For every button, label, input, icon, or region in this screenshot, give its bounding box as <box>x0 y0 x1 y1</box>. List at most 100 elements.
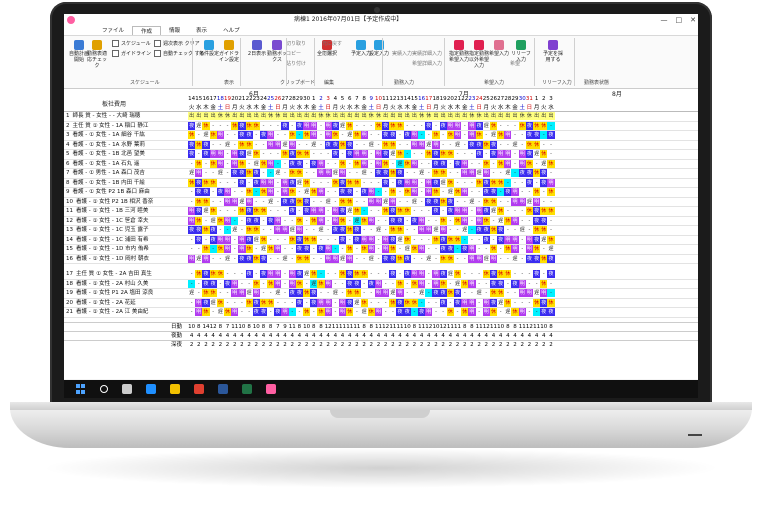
shift-cell[interactable]: 夜 <box>540 308 548 316</box>
shift-cell[interactable]: 出 <box>461 112 469 120</box>
shift-cell[interactable]: - <box>202 236 209 244</box>
staff-row[interactable]: 4 看護 - ① 女性 - 1A 水野 葉莉夜休夜 - - 遅 - 休休 - - 明明遅明 - - 遅 -… <box>64 140 698 150</box>
shift-cell[interactable]: - <box>238 188 245 196</box>
shift-cell[interactable]: 遅 <box>332 169 339 177</box>
shift-cell[interactable]: 遅 <box>296 179 303 187</box>
shift-cell[interactable]: - <box>260 226 267 234</box>
shift-cell[interactable]: 夜 <box>295 298 303 307</box>
shift-cell[interactable]: 遅 <box>253 236 260 244</box>
shift-cell[interactable]: - <box>454 169 461 177</box>
shift-cell[interactable]: - <box>274 179 281 187</box>
shift-cell[interactable]: 休 <box>540 254 548 263</box>
shift-cell[interactable]: - <box>547 226 554 234</box>
shift-cell[interactable]: - <box>274 198 281 206</box>
shift-cell[interactable]: - <box>504 141 511 149</box>
shift-cell[interactable]: 夜 <box>324 140 332 149</box>
shift-cell[interactable]: 休 <box>317 308 325 316</box>
shift-cell[interactable]: 休 <box>504 270 512 278</box>
shift-cell[interactable]: 休 <box>259 188 268 196</box>
shift-cell[interactable]: 明 <box>518 150 526 158</box>
shift-cell[interactable]: 明 <box>518 308 526 316</box>
shift-cell[interactable]: 夜 <box>489 188 498 196</box>
shift-cell[interactable]: 休 <box>489 121 498 130</box>
flag-button[interactable]: ガイドライン設定 <box>218 40 240 63</box>
shift-cell[interactable]: - <box>396 245 403 253</box>
shift-cell[interactable]: - <box>526 299 533 307</box>
shift-cell[interactable]: - <box>519 207 526 215</box>
shift-cell[interactable]: 出 <box>533 112 541 120</box>
shift-cell[interactable]: 明 <box>360 131 368 139</box>
shift-cell[interactable]: 遅 <box>224 141 231 149</box>
shift-cell[interactable]: - <box>447 226 454 234</box>
shift-cell[interactable]: - <box>504 207 511 215</box>
shift-cell[interactable]: 休 <box>209 207 217 215</box>
shift-cell[interactable]: - <box>476 270 483 278</box>
shift-cell[interactable]: 夜 <box>432 178 440 187</box>
shift-cell[interactable]: 休 <box>403 235 411 244</box>
shift-cell[interactable]: 明 <box>410 131 418 139</box>
shift-cell[interactable]: 夜 <box>259 270 268 278</box>
shift-cell[interactable]: 遅 <box>368 255 375 263</box>
adopt-button[interactable]: 予定を採用する <box>542 40 564 63</box>
shift-cell[interactable]: 休 <box>482 216 490 225</box>
shift-cell[interactable]: - <box>267 308 274 316</box>
shift-cell[interactable]: 夜 <box>188 121 196 130</box>
shift-cell[interactable]: - <box>195 245 202 253</box>
shift-cell[interactable]: - <box>461 289 468 297</box>
shift-cell[interactable]: 夜 <box>245 207 253 215</box>
shift-cell[interactable]: - <box>246 160 253 168</box>
shift-cell[interactable]: 休 <box>396 121 404 130</box>
shift-cell[interactable]: 明 <box>482 298 490 307</box>
shift-cell[interactable]: - <box>468 217 475 225</box>
shift-cell[interactable]: 遅 <box>303 188 310 196</box>
shift-cell[interactable]: 夜 <box>446 207 454 215</box>
shift-cell[interactable]: 休 <box>202 197 210 206</box>
shift-cell[interactable]: - <box>267 207 274 215</box>
shift-cell[interactable]: - <box>274 236 281 244</box>
shift-cell[interactable]: 夜 <box>439 121 447 130</box>
shift-cell[interactable]: 夜 <box>389 235 397 244</box>
shift-cell[interactable]: 休 <box>453 216 462 225</box>
shift-cell[interactable]: 遅 <box>195 255 202 263</box>
shift-cell[interactable]: 休 <box>238 159 246 168</box>
shift-cell[interactable]: - <box>396 188 403 196</box>
shift-cell[interactable]: 明 <box>453 131 462 139</box>
shift-cell[interactable]: 夜 <box>238 254 246 263</box>
shift-cell[interactable]: 出 <box>295 112 303 120</box>
shift-cell[interactable]: 夜 <box>382 254 390 263</box>
shift-cell[interactable]: 明 <box>475 207 483 215</box>
shift-cell[interactable]: 夜 <box>403 131 411 139</box>
shift-cell[interactable]: - <box>289 122 296 130</box>
shift-cell[interactable]: 休 <box>446 308 454 316</box>
shift-cell[interactable]: 明 <box>511 235 519 244</box>
shift-cell[interactable]: 出 <box>547 112 555 120</box>
shift-cell[interactable]: - <box>303 160 310 168</box>
shift-cell[interactable]: 夜 <box>346 298 354 307</box>
shift-cell[interactable]: 遅 <box>425 141 432 149</box>
shift-cell[interactable]: - <box>497 308 504 316</box>
shift-cell[interactable]: - <box>519 217 526 225</box>
shift-cell[interactable]: - <box>339 289 346 297</box>
shift-cell[interactable]: 明 <box>525 245 533 253</box>
shift-cell[interactable]: - <box>404 280 411 288</box>
shift-cell[interactable]: 休 <box>245 188 253 196</box>
shift-cell[interactable]: 明 <box>317 216 325 225</box>
shift-cell[interactable]: 休 <box>195 216 203 225</box>
shift-cell[interactable]: 明 <box>310 131 318 139</box>
shift-cell[interactable]: - <box>253 141 260 149</box>
shift-cell[interactable]: - <box>361 255 368 263</box>
shift-cell[interactable]: 休 <box>216 298 224 307</box>
shift-cell[interactable]: 休 <box>353 207 361 215</box>
shift-cell[interactable]: - <box>418 207 425 215</box>
shift-cell[interactable]: 休 <box>295 279 303 288</box>
shift-cell[interactable]: 夜 <box>188 226 196 234</box>
shift-cell[interactable]: 夜 <box>533 216 541 225</box>
shift-cell[interactable]: - <box>389 308 396 316</box>
shift-cell[interactable]: 出 <box>453 112 462 120</box>
shift-cell[interactable]: - <box>281 217 288 225</box>
shift-cell[interactable]: - <box>447 141 454 149</box>
shift-cell[interactable]: - <box>418 150 425 158</box>
shift-cell[interactable]: - <box>260 150 267 158</box>
shift-cell[interactable]: - <box>425 169 432 177</box>
shift-cell[interactable]: 明 <box>223 235 232 244</box>
